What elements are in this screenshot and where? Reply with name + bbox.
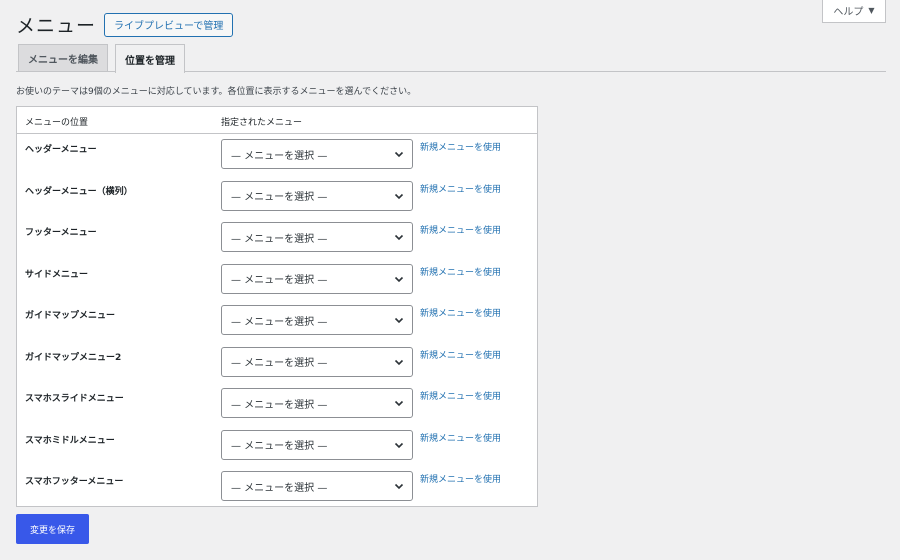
- menu-select-dropdown[interactable]: — メニューを選択 —: [221, 429, 413, 460]
- title-row: メニュー ライブプレビューで管理: [16, 11, 234, 38]
- chevron-down-icon: [394, 359, 404, 365]
- table-row: ヘッダーメニュー（横列） — メニューを選択 — 新規メニューを使用: [17, 176, 537, 217]
- use-new-menu-link[interactable]: 新規メニューを使用: [420, 348, 501, 361]
- menu-location-label: ヘッダーメニュー: [25, 145, 97, 155]
- menu-location-label: スマホフッターメニュー: [25, 477, 124, 487]
- use-new-menu-link[interactable]: 新規メニューを使用: [420, 265, 501, 278]
- menu-locations-table: メニューの位置 指定されたメニュー ヘッダーメニュー — メニューを選択 — 新規メ…: [16, 106, 538, 507]
- menu-select-dropdown[interactable]: — メニューを選択 —: [221, 180, 413, 211]
- use-new-menu-link[interactable]: 新規メニューを使用: [420, 389, 501, 402]
- locations-description: お使いのテーマは9個のメニューに対応しています。各位置に表示するメニューを選んで…: [16, 87, 417, 97]
- menu-select-value: — メニューを選択 —: [231, 192, 328, 203]
- menu-location-label: フッターメニュー: [25, 228, 97, 238]
- chevron-down-icon: [394, 442, 404, 448]
- use-new-menu-link[interactable]: 新規メニューを使用: [420, 182, 501, 195]
- menu-select-value: — メニューを選択 —: [231, 441, 328, 452]
- menu-select-value: — メニューを選択 —: [231, 399, 328, 411]
- chevron-down-icon: [394, 317, 404, 324]
- menu-select-value: — メニューを選択 —: [231, 316, 328, 328]
- menu-select-dropdown[interactable]: — メニューを選択 —: [221, 222, 413, 252]
- menu-select-value: — メニューを選択 —: [231, 233, 328, 245]
- table-row: スマホミドルメニュー — メニューを選択 — 新規メニューを使用: [17, 425, 537, 466]
- table-row: ガイドマップメニュー2 — メニューを選択 — 新規メニューを使用: [17, 342, 537, 383]
- table-row: ガイドマップメニュー — メニューを選択 — 新規メニューを使用: [17, 300, 537, 341]
- tab-manage-locations[interactable]: 位置を管理: [115, 44, 185, 73]
- save-changes-button[interactable]: 変更を保存: [16, 514, 89, 544]
- chevron-down-icon: [394, 151, 404, 158]
- use-new-menu-link[interactable]: 新規メニューを使用: [420, 140, 501, 153]
- table-row: サイドメニュー — メニューを選択 — 新規メニューを使用: [17, 259, 537, 300]
- table-row: ヘッダーメニュー — メニューを選択 — 新規メニューを使用: [17, 134, 537, 175]
- page-title: メニュー: [16, 15, 97, 37]
- chevron-down-icon: [394, 400, 404, 407]
- table-row: フッターメニュー — メニューを選択 — 新規メニューを使用: [17, 217, 537, 258]
- help-tab-button[interactable]: ヘルプ ▼: [822, 0, 886, 23]
- use-new-menu-link[interactable]: 新規メニューを使用: [420, 472, 501, 485]
- menu-select-value: — メニューを選択 —: [231, 275, 328, 286]
- menu-location-label: スマホスライドメニュー: [25, 394, 124, 404]
- menu-location-label: ガイドマップメニュー2: [25, 352, 122, 363]
- menu-select-value: — メニューを選択 —: [231, 482, 328, 494]
- column-header-assigned-menu: 指定されたメニュー: [221, 118, 303, 128]
- menu-location-label: スマホミドルメニュー: [25, 435, 115, 446]
- menu-select-dropdown[interactable]: — メニューを選択 —: [221, 263, 413, 294]
- live-preview-button[interactable]: ライブプレビューで管理: [104, 12, 234, 37]
- caret-down-icon: ▼: [868, 5, 875, 15]
- menu-select-dropdown[interactable]: — メニューを選択 —: [221, 305, 413, 335]
- menu-location-label: ヘッダーメニュー（横列）: [25, 186, 133, 197]
- menu-select-value: — メニューを選択 —: [231, 150, 328, 162]
- table-header: メニューの位置 指定されたメニュー: [17, 107, 537, 134]
- chevron-down-icon: [394, 193, 404, 199]
- menu-select-dropdown[interactable]: — メニューを選択 —: [221, 139, 413, 169]
- use-new-menu-link[interactable]: 新規メニューを使用: [420, 431, 501, 444]
- help-label: ヘルプ: [833, 7, 864, 18]
- use-new-menu-link[interactable]: 新規メニューを使用: [420, 306, 501, 319]
- column-header-location: メニューの位置: [25, 118, 89, 128]
- tab-edit-menus[interactable]: メニューを編集: [18, 44, 108, 72]
- menu-select-value: — メニューを選択 —: [231, 358, 328, 369]
- menus-screen: ヘルプ ▼ メニュー ライブプレビューで管理 メニューを編集 位置を管理 お使い…: [0, 0, 900, 560]
- menu-select-dropdown[interactable]: — メニューを選択 —: [221, 346, 413, 377]
- table-row: スマホフッターメニュー — メニューを選択 — 新規メニューを使用: [17, 466, 537, 507]
- nav-tabs: メニューを編集 位置を管理: [18, 44, 185, 73]
- chevron-down-icon: [394, 234, 404, 241]
- table-row: スマホスライドメニュー — メニューを選択 — 新規メニューを使用: [17, 383, 537, 424]
- chevron-down-icon: [394, 276, 404, 282]
- menu-location-label: サイドメニュー: [25, 269, 89, 280]
- chevron-down-icon: [394, 483, 404, 490]
- menu-location-label: ガイドマップメニュー: [25, 311, 116, 321]
- use-new-menu-link[interactable]: 新規メニューを使用: [420, 223, 501, 236]
- menu-select-dropdown[interactable]: — メニューを選択 —: [221, 388, 413, 418]
- menu-select-dropdown[interactable]: — メニューを選択 —: [221, 471, 413, 501]
